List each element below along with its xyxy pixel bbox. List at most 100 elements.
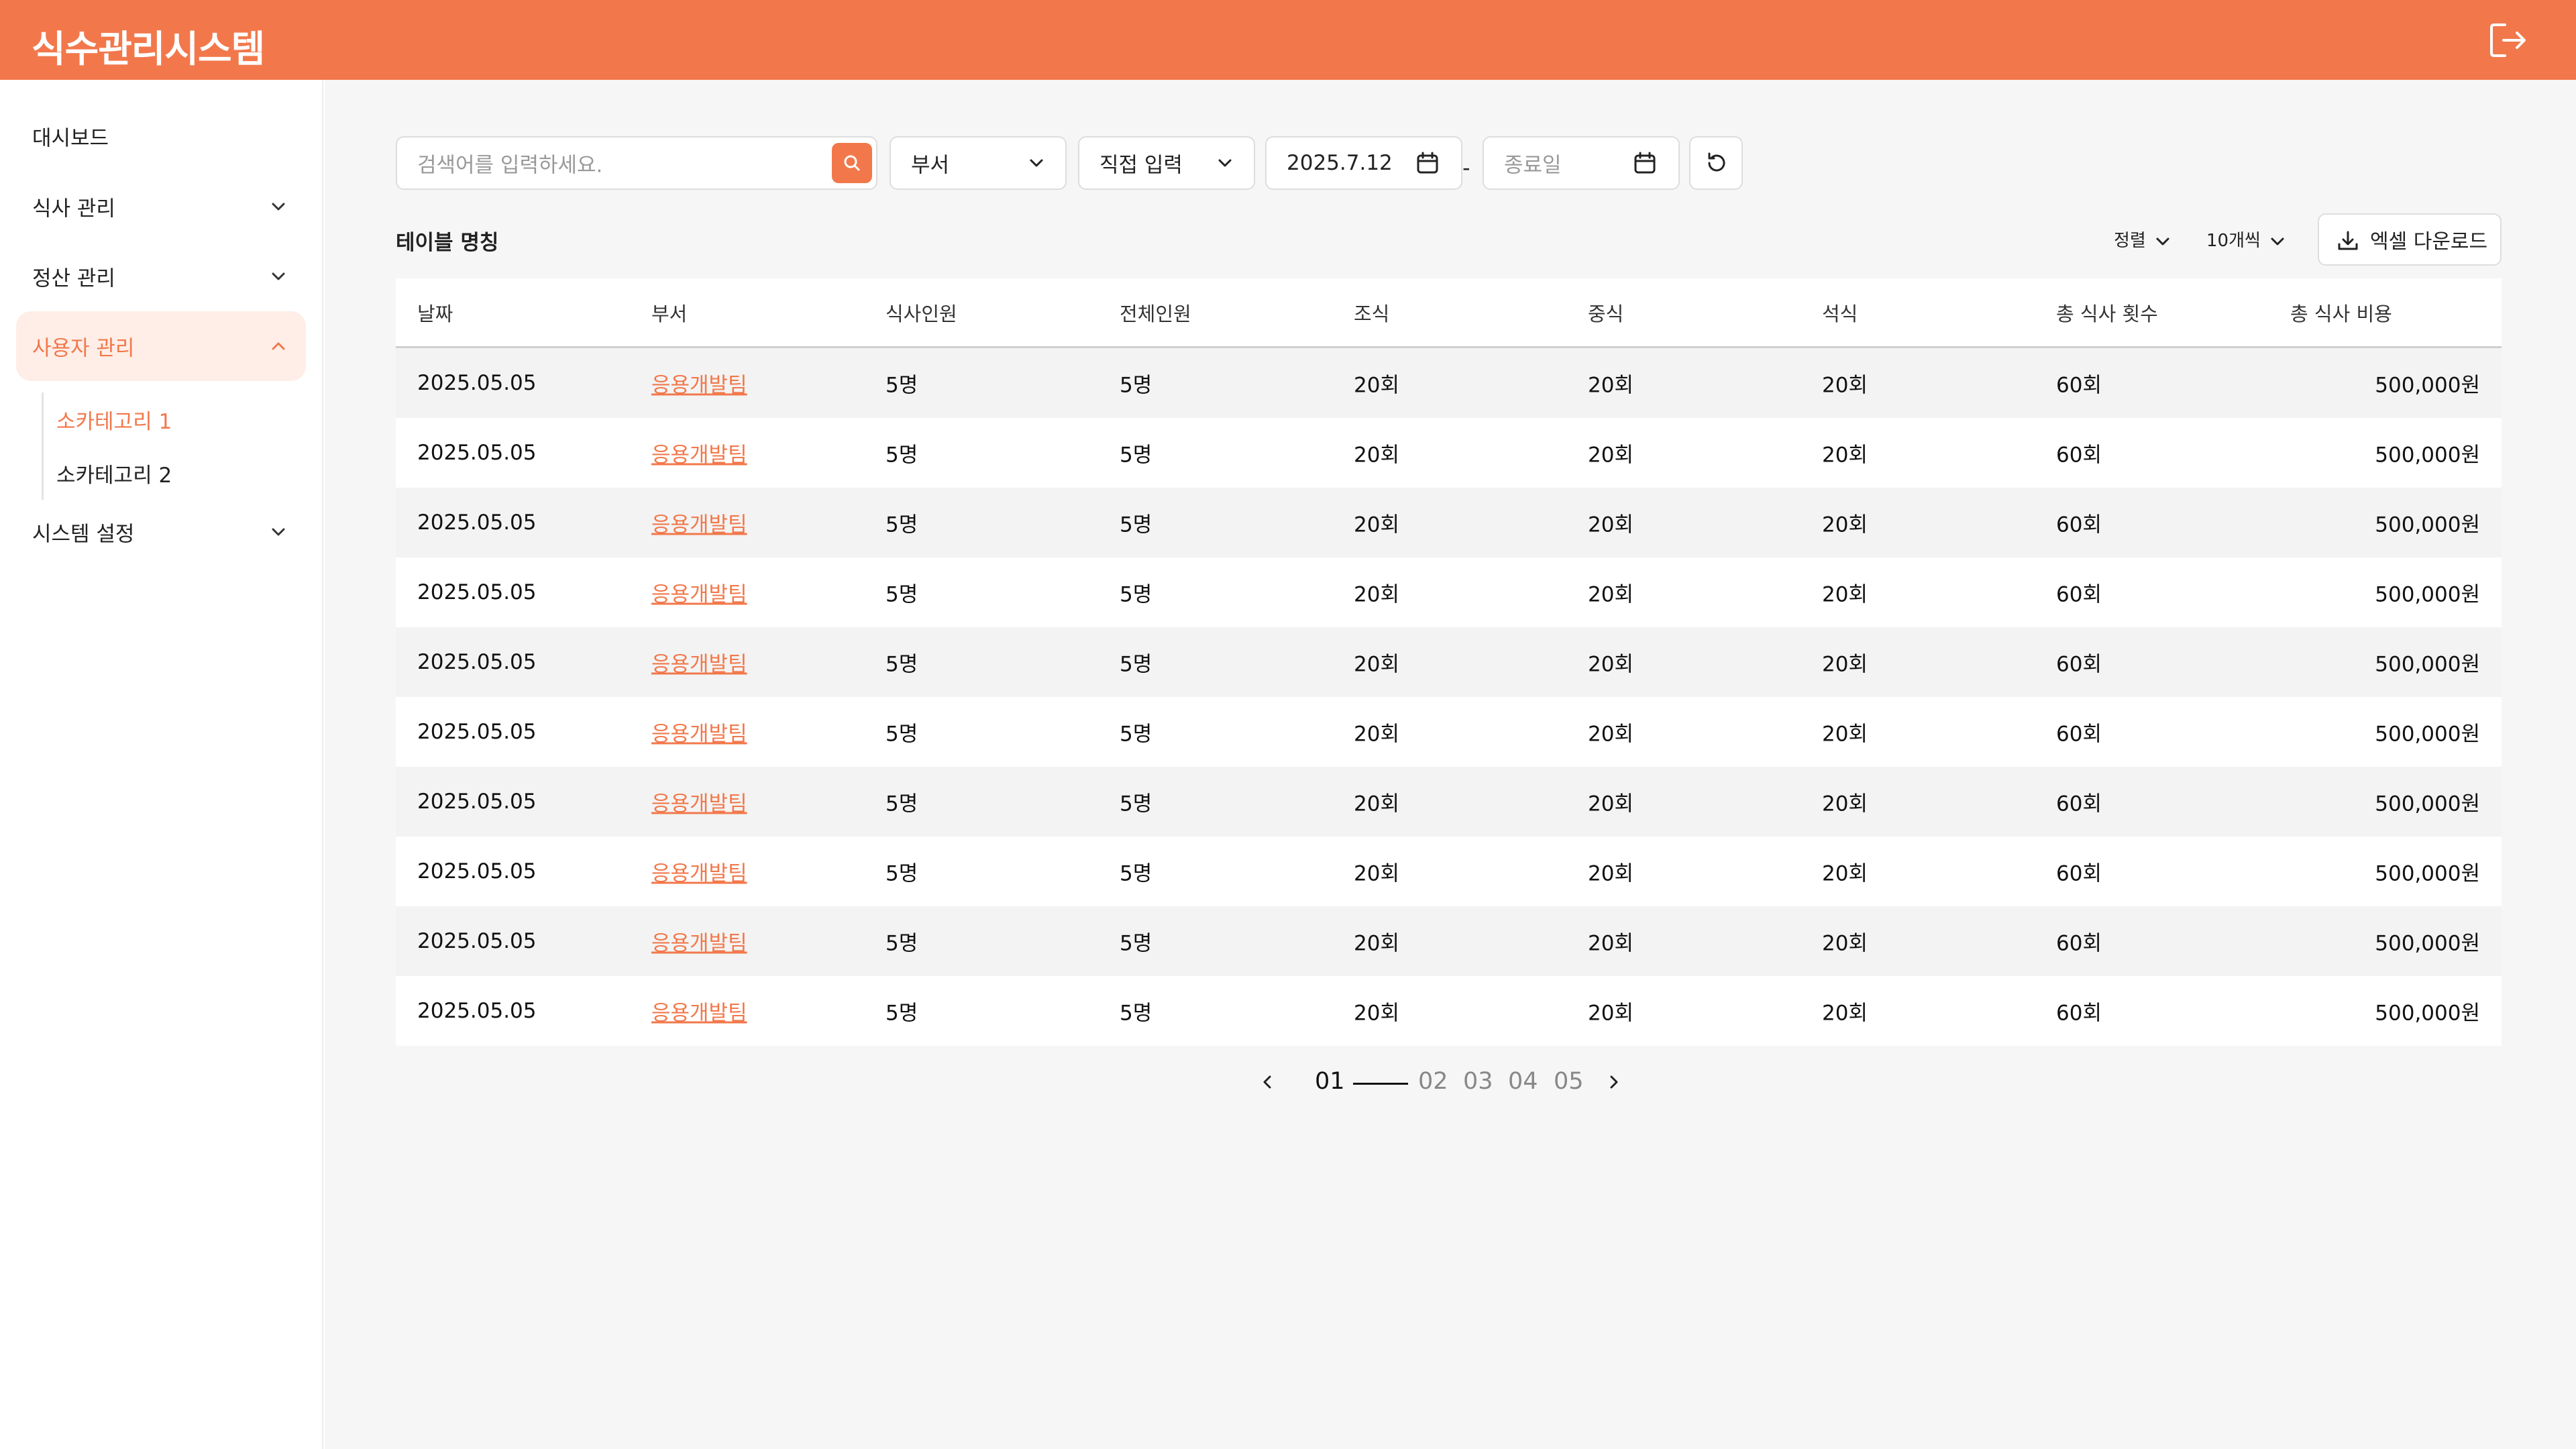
table-row[interactable]: 2025.05.05 응용개발팀 5명 5명 20회 20회 20회 60회 500,000원 — [396, 697, 2502, 767]
table-cell: 5명 — [1120, 792, 1152, 816]
table-row[interactable]: 2025.05.05 응용개발팀 5명 5명 20회 20회 20회 60회 500,000원 — [396, 627, 2502, 697]
chevron-right-icon[interactable] — [1604, 1072, 1624, 1092]
department-link[interactable]: 응용개발팀 — [651, 787, 747, 817]
table-cell: 5명 — [885, 1001, 918, 1026]
sort-select-label: 정렬 — [2114, 231, 2146, 251]
sidebar-item-meal-management[interactable]: 식사 관리 — [16, 172, 306, 241]
table-cell: 20회 — [1354, 861, 1399, 886]
table-cell: 20회 — [1354, 582, 1399, 607]
table-cell: 5명 — [1120, 443, 1152, 468]
sidebar: 대시보드 식사 관리 정산 관리 사용자 관리 소카테고리 1 소카테고리 2 … — [0, 80, 323, 1449]
department-select[interactable]: 부서 — [890, 136, 1067, 190]
page-number[interactable]: 03 — [1463, 1068, 1493, 1095]
table-cell: 20회 — [1822, 861, 1868, 886]
table-cell: 2025.05.05 — [417, 580, 537, 604]
table-cell: 500,000원 — [2375, 792, 2480, 816]
table-cell: 20회 — [1354, 722, 1399, 747]
period-select[interactable]: 직접 입력 — [1078, 136, 1255, 190]
page-number[interactable]: 05 — [1554, 1068, 1584, 1095]
table-row[interactable]: 2025.05.05 응용개발팀 5명 5명 20회 20회 20회 60회 500,000원 — [396, 767, 2502, 837]
table-cell: 60회 — [2056, 373, 2102, 398]
main-content: 검색어를 입력하세요. 부서 직접 입력 2025.7.12 - 종료일 테이블… — [325, 80, 2576, 1449]
table-cell: 2025.05.05 — [417, 511, 537, 535]
table-cell: 60회 — [2056, 861, 2102, 886]
sidebar-item-dashboard[interactable]: 대시보드 — [16, 101, 306, 171]
department-link[interactable]: 응용개발팀 — [651, 647, 747, 678]
table-cell: 500,000원 — [2375, 722, 2480, 747]
department-link[interactable]: 응용개발팀 — [651, 438, 747, 468]
table-cell: 2025.05.05 — [417, 999, 537, 1023]
sidebar-item-system-settings[interactable]: 시스템 설정 — [16, 497, 306, 567]
department-link[interactable]: 응용개발팀 — [651, 578, 747, 608]
logout-button[interactable] — [2489, 22, 2528, 58]
end-date-field[interactable]: 종료일 — [1483, 136, 1680, 190]
table-cell: 5명 — [1120, 861, 1152, 886]
chevron-left-icon[interactable] — [1257, 1072, 1277, 1092]
table-cell: 20회 — [1588, 582, 1633, 607]
table-cell: 20회 — [1822, 1001, 1868, 1026]
table-row[interactable]: 2025.05.05 응용개발팀 5명 5명 20회 20회 20회 60회 500,000원 — [396, 976, 2502, 1046]
table-cell: 20회 — [1354, 443, 1399, 468]
department-link[interactable]: 응용개발팀 — [651, 857, 747, 887]
sidebar-item-label: 시스템 설정 — [32, 522, 135, 547]
table-cell: 60회 — [2056, 652, 2102, 677]
table-cell: 2025.05.05 — [417, 720, 537, 744]
table-cell: 20회 — [1822, 792, 1868, 816]
date-separator: - — [1462, 155, 1470, 180]
search-input[interactable]: 검색어를 입력하세요. — [396, 136, 877, 190]
table-cell: 500,000원 — [2375, 513, 2480, 537]
table-row[interactable]: 2025.05.05 응용개발팀 5명 5명 20회 20회 20회 60회 500,000원 — [396, 418, 2502, 488]
chevron-down-icon — [272, 528, 285, 536]
table-cell: 5명 — [885, 931, 918, 956]
sidebar-subitem-category-2[interactable]: 소카테고리 2 — [56, 458, 172, 488]
reset-button[interactable] — [1689, 136, 1743, 190]
department-link[interactable]: 응용개발팀 — [651, 717, 747, 747]
sidebar-item-settlement-management[interactable]: 정산 관리 — [16, 241, 306, 311]
table-cell: 2025.05.05 — [417, 371, 537, 395]
chevron-down-icon — [2156, 237, 2169, 245]
table-row[interactable]: 2025.05.05 응용개발팀 5명 5명 20회 20회 20회 60회 500,000원 — [396, 557, 2502, 627]
excel-download-button[interactable]: 엑셀 다운로드 — [2318, 213, 2502, 266]
sidebar-subitem-category-1[interactable]: 소카테고리 1 — [56, 405, 172, 435]
table-cell: 500,000원 — [2375, 931, 2480, 956]
table-cell: 20회 — [1354, 1001, 1399, 1026]
column-header-total-meals: 총 식사 횟수 — [2056, 302, 2158, 325]
page-number[interactable]: 04 — [1508, 1068, 1538, 1095]
table-cell: 20회 — [1822, 513, 1868, 537]
table-cell: 20회 — [1588, 443, 1633, 468]
department-link[interactable]: 응용개발팀 — [651, 926, 747, 957]
chevron-down-icon — [1030, 159, 1043, 167]
page-number[interactable]: 02 — [1418, 1068, 1448, 1095]
table-cell: 5명 — [1120, 1001, 1152, 1026]
start-date-field[interactable]: 2025.7.12 — [1265, 136, 1462, 190]
page-size-select[interactable]: 10개씩 — [2206, 227, 2288, 252]
table-cell: 5명 — [885, 652, 918, 677]
data-table: 날짜 부서 식사인원 전체인원 조식 중식 석식 총 식사 횟수 총 식사 비용 2025.05… — [396, 278, 2502, 1046]
table-row[interactable]: 2025.05.05 응용개발팀 5명 5명 20회 20회 20회 60회 500,000원 — [396, 837, 2502, 906]
table-cell: 20회 — [1822, 931, 1868, 956]
table-cell: 5명 — [885, 443, 918, 468]
calendar-icon[interactable] — [1415, 151, 1440, 175]
sidebar-item-user-management[interactable]: 사용자 관리 — [16, 311, 306, 381]
submenu-divider — [42, 392, 44, 500]
column-header-total-count: 전체인원 — [1120, 302, 1191, 325]
table-row[interactable]: 2025.05.05 응용개발팀 5명 5명 20회 20회 20회 60회 500,000원 — [396, 906, 2502, 976]
department-link[interactable]: 응용개발팀 — [651, 996, 747, 1026]
chevron-down-icon — [1218, 159, 1232, 167]
sort-select[interactable]: 정렬 — [2114, 227, 2173, 252]
table-cell: 60회 — [2056, 582, 2102, 607]
search-button[interactable] — [832, 143, 872, 183]
department-link[interactable]: 응용개발팀 — [651, 508, 747, 538]
table-cell: 500,000원 — [2375, 652, 2480, 677]
table-cell: 20회 — [1588, 792, 1633, 816]
department-link[interactable]: 응용개발팀 — [651, 368, 747, 398]
column-header-meal-count: 식사인원 — [885, 302, 957, 325]
table-cell: 5명 — [1120, 652, 1152, 677]
app-title: 식수관리시스템 — [32, 28, 265, 70]
table-row[interactable]: 2025.05.05 응용개발팀 5명 5명 20회 20회 20회 60회 500,000원 — [396, 488, 2502, 557]
table-cell: 500,000원 — [2375, 1001, 2480, 1026]
page-number[interactable]: 01 — [1315, 1068, 1345, 1095]
table-row[interactable]: 2025.05.05 응용개발팀 5명 5명 20회 20회 20회 60회 500,000원 — [396, 348, 2502, 418]
table-cell: 2025.05.05 — [417, 441, 537, 465]
calendar-icon[interactable] — [1633, 151, 1657, 175]
